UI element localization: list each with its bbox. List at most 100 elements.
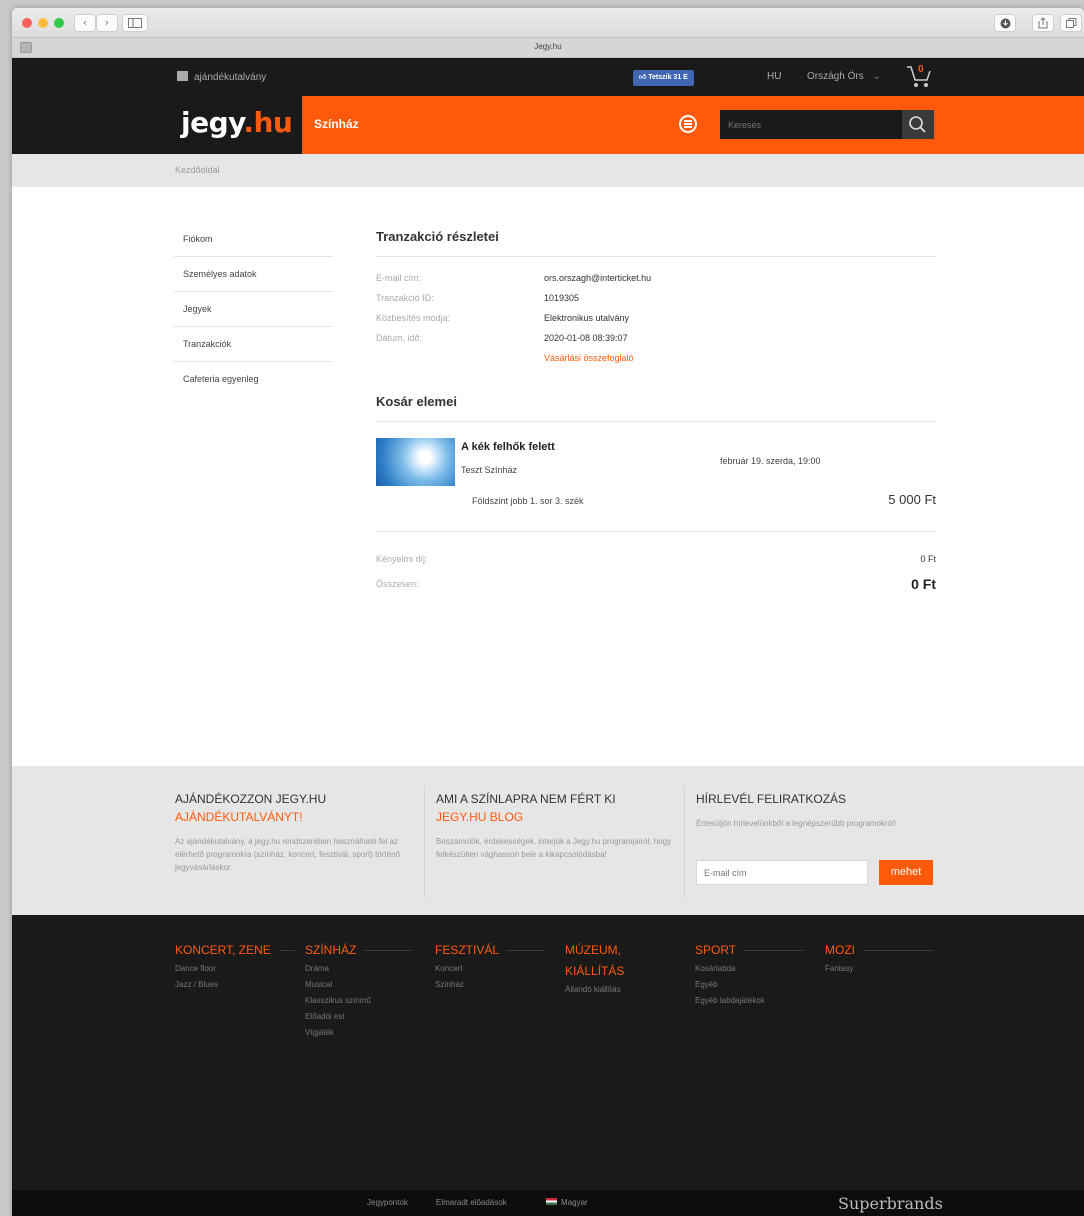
newsletter-email-input[interactable] bbox=[696, 860, 868, 885]
detail-value: 2020-01-08 08:39:07 bbox=[544, 333, 628, 343]
gift-icon bbox=[177, 71, 188, 81]
cart-count: 0 bbox=[918, 64, 924, 75]
titlebar: ‹ › bbox=[12, 8, 1084, 38]
detail-value: Elektronikus utalvány bbox=[544, 313, 630, 323]
account-sidebar: Fiókom Személyes adatok Jegyek Tranzakci… bbox=[174, 222, 333, 397]
item-price: 5 000 Ft bbox=[888, 492, 936, 507]
detail-value: 1019305 bbox=[544, 293, 580, 303]
promo-text: Értesüljön hírlevelünkből a legnépszerűb… bbox=[696, 819, 897, 828]
newsletter-submit-button[interactable]: mehet bbox=[879, 860, 933, 885]
tab-title[interactable]: Jegy.hu bbox=[12, 42, 1084, 51]
footer-link[interactable]: Vígjáték bbox=[305, 1025, 425, 1041]
site-logo[interactable]: jegy.hu bbox=[181, 106, 293, 139]
footer-link[interactable]: Fantasy bbox=[825, 961, 945, 977]
footer-link[interactable]: Koncert bbox=[435, 961, 555, 977]
divider bbox=[424, 786, 425, 898]
sidebar-item-tickets[interactable]: Jegyek bbox=[174, 292, 333, 327]
ticket-offices-link[interactable]: Jegypontok bbox=[367, 1198, 408, 1207]
logo-main: jegy bbox=[181, 106, 244, 139]
total-value: 0 Ft bbox=[911, 576, 936, 592]
footer-column-museum: MÚZEUM, KIÁLLÍTÁS Állandó kiállítás bbox=[565, 940, 635, 998]
event-thumbnail[interactable] bbox=[376, 438, 455, 486]
thumbs-up-icon: 👍︎ bbox=[639, 74, 649, 81]
breadcrumb[interactable]: Kezdőoldal bbox=[175, 165, 220, 175]
facebook-like-button[interactable]: 👍︎ Tetszik 31 E bbox=[633, 70, 694, 86]
gift-voucher-link[interactable]: ajándékutalvány bbox=[177, 71, 266, 83]
forward-button[interactable]: › bbox=[96, 14, 118, 32]
footer-heading[interactable]: KONCERT, ZENE bbox=[175, 943, 271, 957]
logo-area: jegy.hu bbox=[12, 96, 302, 154]
promo-heading: AMI A SZÍNLAPRA NEM FÉRT KI bbox=[436, 792, 616, 806]
promo-blog-link[interactable]: JEGY.HU BLOG bbox=[436, 808, 686, 826]
footer-link[interactable]: Állandó kiállítás bbox=[565, 982, 665, 998]
footer-link[interactable]: Dráma bbox=[305, 961, 425, 977]
hungarian-flag-icon bbox=[546, 1198, 557, 1205]
language-selector[interactable]: HU bbox=[767, 71, 781, 82]
seat-info: Földszint jobb 1. sor 3. szék bbox=[472, 496, 584, 506]
footer-link[interactable]: Színház bbox=[435, 977, 555, 993]
sidebar-item-cafeteria[interactable]: Cafeteria egyenleg bbox=[174, 362, 333, 397]
maximize-window-button[interactable] bbox=[54, 18, 64, 28]
event-date: február 19. szerda, 19:00 bbox=[720, 456, 821, 466]
minimize-window-button[interactable] bbox=[38, 18, 48, 28]
footer-column-cinema: MOZI Fantasy bbox=[825, 940, 945, 977]
footer-column-concert: KONCERT, ZENE Dance floor Jazz / Blues bbox=[175, 940, 295, 993]
footer-link[interactable]: Musical bbox=[305, 977, 425, 993]
section-title[interactable]: Színház bbox=[314, 117, 359, 131]
purchase-summary-link[interactable]: Vásárlási összefoglaló bbox=[544, 353, 634, 363]
fee-value: 0 Ft bbox=[920, 554, 936, 564]
superbrands-logo: Superbrands bbox=[838, 1194, 943, 1213]
cart-button[interactable]: 0 bbox=[905, 64, 933, 90]
fee-label: Kényelmi díj: bbox=[376, 554, 428, 564]
search-button[interactable] bbox=[902, 110, 934, 139]
site-header: jegy.hu Színház bbox=[12, 96, 1084, 154]
footer-link[interactable]: Kosárlabda bbox=[695, 961, 815, 977]
footer-column-theatre: SZÍNHÁZ Dráma Musical Klasszikus színmű … bbox=[305, 940, 425, 1041]
site-topbar: ajándékutalvány 👍︎ Tetszik 31 E HU Orszá… bbox=[12, 58, 1084, 96]
transaction-details: E-mail cím: ors.orszagh@interticket.hu T… bbox=[376, 257, 936, 387]
event-title[interactable]: A kék felhők felett bbox=[461, 441, 555, 453]
event-venue: Teszt Színház bbox=[461, 465, 518, 475]
footer-link[interactable]: Dance floor bbox=[175, 961, 295, 977]
footer-heading[interactable]: SPORT bbox=[695, 943, 736, 957]
back-button[interactable]: ‹ bbox=[74, 14, 96, 32]
footer-link[interactable]: Jazz / Blues bbox=[175, 977, 295, 993]
divider bbox=[684, 786, 685, 898]
detail-label: Közbesítés módja: bbox=[376, 313, 451, 323]
language-link[interactable]: Magyar bbox=[546, 1198, 588, 1207]
total-label: Összesen: bbox=[376, 579, 419, 589]
user-menu[interactable]: Országh Örs ⌄ bbox=[807, 71, 881, 82]
footer-heading[interactable]: FESZTIVÁL bbox=[435, 943, 499, 957]
promo-gift-link[interactable]: AJÁNDÉKUTALVÁNYT! bbox=[175, 808, 425, 826]
footer-link[interactable]: Előadói est bbox=[305, 1009, 425, 1025]
chevron-down-icon: ⌄ bbox=[872, 71, 881, 82]
promo-text: Az ajándékutalvány, a jegy.hu rendszeréb… bbox=[175, 837, 400, 872]
footer-link[interactable]: Klasszikus színmű bbox=[305, 993, 425, 1009]
footer-heading[interactable]: SZÍNHÁZ bbox=[305, 943, 356, 957]
cancelled-events-link[interactable]: Elmaradt előadások bbox=[436, 1198, 507, 1207]
detail-label: E-mail cím: bbox=[376, 273, 421, 283]
close-window-button[interactable] bbox=[22, 18, 32, 28]
search-input[interactable] bbox=[720, 110, 904, 139]
facebook-like-label: Tetszik 31 E bbox=[648, 74, 688, 81]
sidebar-item-account[interactable]: Fiókom bbox=[174, 222, 333, 257]
footer-column-sport: SPORT Kosárlabda Egyéb Egyéb labdajátéko… bbox=[695, 940, 815, 1009]
breadcrumb-bar: Kezdőoldal bbox=[12, 154, 1084, 187]
sidebar-toggle-icon[interactable] bbox=[122, 14, 148, 32]
footer-link[interactable]: Egyéb labdajátékok bbox=[695, 993, 815, 1009]
share-icon[interactable] bbox=[1032, 14, 1054, 32]
search-box bbox=[720, 110, 934, 139]
tabs-icon[interactable] bbox=[1060, 14, 1082, 32]
footer-heading[interactable]: MOZI bbox=[825, 943, 855, 957]
sidebar-item-personal-data[interactable]: Személyes adatok bbox=[174, 257, 333, 292]
footer-column-festival: FESZTIVÁL Koncert Színház bbox=[435, 940, 555, 993]
detail-value: ors.orszagh@interticket.hu bbox=[544, 273, 652, 283]
tab-bar: Jegy.hu bbox=[12, 38, 1084, 58]
footer-heading[interactable]: MÚZEUM, KIÁLLÍTÁS bbox=[565, 940, 635, 982]
sidebar-item-transactions[interactable]: Tranzakciók bbox=[174, 327, 333, 362]
downloads-icon[interactable] bbox=[994, 14, 1016, 32]
basket-title: Kosár elemei bbox=[376, 387, 936, 422]
menu-icon[interactable] bbox=[679, 115, 697, 133]
footer-link[interactable]: Egyéb bbox=[695, 977, 815, 993]
promo-heading: AJÁNDÉKOZZON JEGY.HU bbox=[175, 792, 327, 806]
